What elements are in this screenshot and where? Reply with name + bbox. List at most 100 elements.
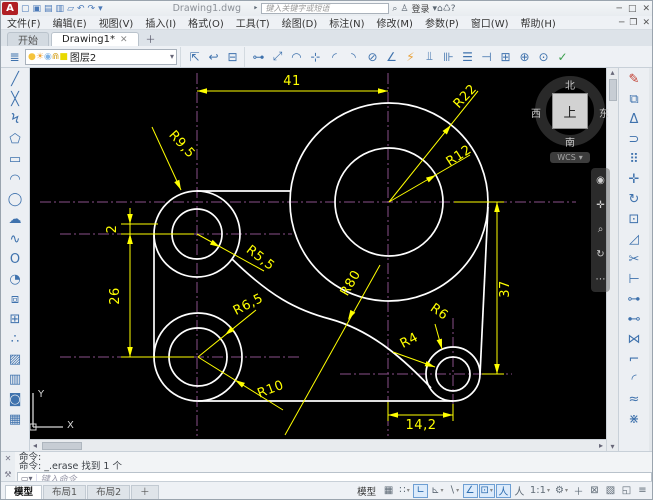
explode-button[interactable]: ⋇ [623,410,645,430]
rectangle-button[interactable]: ▭ [4,150,26,170]
isometric-drafting-toggle[interactable]: ∖▾ [447,484,462,498]
offset-button[interactable]: ⊃ [623,130,645,150]
redo-button[interactable]: ↷ [88,4,96,14]
viewcube-north[interactable]: 北 [562,77,578,92]
part-arc-r80[interactable] [232,259,431,388]
break-at-point-button[interactable]: ⊶ [623,290,645,310]
save-button[interactable]: ▣ [33,4,42,14]
layout2-tab[interactable]: 布局2 [87,485,130,499]
pan-icon[interactable]: ✛ [596,200,604,211]
layer-color-swatch[interactable]: ■ [59,52,68,62]
search-expand-icon[interactable]: ‣ [253,4,258,14]
break-button[interactable]: ⊷ [623,310,645,330]
graphics-performance-button[interactable]: ▧ [603,484,618,498]
point-button[interactable]: ∴ [4,330,26,350]
ellipse-button[interactable]: Ο [4,250,26,270]
menu-视图V[interactable]: 视图(V) [93,19,140,30]
menu-工具T[interactable]: 工具(T) [230,19,276,30]
hscroll-thumb[interactable] [42,442,82,450]
move-button[interactable]: ✛ [623,170,645,190]
scroll-up-icon[interactable]: ▴ [610,68,614,77]
menu-窗口W[interactable]: 窗口(W) [465,19,515,30]
maximize-button[interactable]: □ [628,4,637,14]
line-button[interactable]: ╱ [4,70,26,90]
angular-dimension-button[interactable]: ∠ [383,50,400,64]
blend-button[interactable]: ≈ [623,390,645,410]
revcloud-button[interactable]: ☁ [4,210,26,230]
menu-帮助H[interactable]: 帮助(H) [515,19,562,30]
steering-wheel-icon[interactable]: ◉ [596,175,605,186]
dimension-inspect-button[interactable]: ⊙ [535,50,552,64]
object-snap-toggle[interactable]: ⊡▾ [479,484,495,498]
dimension-space-button[interactable]: ☰ [459,50,476,64]
minimize-button[interactable]: ─ [617,4,622,14]
viewcube-west[interactable]: 西 [528,105,544,120]
auto-annotation-scale-toggle[interactable]: 人 [512,484,527,498]
navbar-more-icon[interactable]: ⋯ [596,274,606,285]
chevron-down-icon[interactable]: ▾ [456,487,459,494]
spline-button[interactable]: ∿ [4,230,26,250]
annotation-visibility-toggle[interactable]: 人 [496,484,511,498]
polyline-button[interactable]: Ϟ [4,110,26,130]
baseline-dimension-button[interactable]: ⫫ [421,49,438,64]
add-layout-tab[interactable]: ＋ [131,485,159,499]
horizontal-scrollbar[interactable]: ◂ ▸ [30,439,606,451]
layout1-tab[interactable]: 布局1 [43,485,86,499]
model-tab[interactable]: 模型 [5,485,42,499]
layer-dropdown[interactable]: ●☀◉⋒■ 图层2 ▾ [25,49,177,65]
tab-start[interactable]: 开始 [7,32,49,46]
viewcube-east[interactable]: 东 [596,105,612,120]
annotation-scale-button[interactable]: 1:1▾ [528,484,552,498]
layer-states-button[interactable]: ⊟ [224,50,241,64]
scroll-down-icon[interactable]: ▾ [610,442,614,451]
object-snap-tracking-toggle[interactable]: ∠ [463,484,478,498]
fillet-button[interactable]: ◜ [623,370,645,390]
menu-修改M[interactable]: 修改(M) [371,19,419,30]
array-button[interactable]: ⠿ [623,150,645,170]
menu-插入I[interactable]: 插入(I) [139,19,182,30]
grid-toggle[interactable]: ▦ [381,484,396,498]
tolerance-button[interactable]: ⊞ [497,50,514,64]
center-mark-button[interactable]: ⊕ [516,50,533,64]
workspace-switching-button[interactable]: ⚙▾ [553,484,570,498]
menu-绘图D[interactable]: 绘图(D) [276,19,324,30]
save-as-button[interactable]: ▤ [44,4,53,14]
scroll-right-icon[interactable]: ▸ [596,441,606,450]
extend-button[interactable]: ⊢ [623,270,645,290]
make-object-layer-current-button[interactable]: ⇱ [186,50,203,64]
status-menu-button[interactable]: ≡ [635,484,650,498]
qat-menu-button[interactable]: ▾ [98,4,103,14]
new-tab-button[interactable]: ＋ [141,31,161,46]
help-icon[interactable]: ? [451,4,456,14]
chevron-down-icon[interactable]: ▾ [440,487,443,494]
quick-dimension-button[interactable]: ⚡ [402,50,419,64]
polar-tracking-toggle[interactable]: ⊾▾ [429,484,445,498]
wcs-button[interactable]: WCS▾ [550,152,590,163]
chevron-down-icon[interactable]: ▾ [490,487,493,494]
exchange-icon[interactable]: ♺ [443,4,451,14]
chevron-down-icon[interactable]: ▾ [565,487,568,494]
model-space-canvas[interactable]: 412263714,2R22R12R9,5R5,5R6,5R10R80R6R4Y… [30,68,606,439]
customize-status-button[interactable]: ＋ [571,484,586,498]
erase-button[interactable]: ✎ [623,70,645,90]
insert-block-button[interactable]: ⧈ [4,290,26,310]
new-button[interactable]: ▱ [67,4,74,14]
viewcube-south[interactable]: 南 [562,134,578,149]
circle-button[interactable]: ◯ [4,190,26,210]
search-icon[interactable]: ⌕ [392,4,397,14]
sign-in-button[interactable]: 登录 [411,2,429,15]
menu-编辑E[interactable]: 编辑(E) [47,19,93,30]
close-button[interactable]: ✕ [642,4,650,14]
menu-文件F[interactable]: 文件(F) [1,19,47,30]
arc-length-dimension-button[interactable]: ◠ [288,50,305,64]
trim-button[interactable]: ✂ [623,250,645,270]
snap-mode-toggle[interactable]: ∷▾ [397,484,412,498]
hatch-button[interactable]: ▨ [4,350,26,370]
polygon-button[interactable]: ⬠ [4,130,26,150]
arc-button[interactable]: ◠ [4,170,26,190]
dimension-break-button[interactable]: ⊣ [478,50,495,64]
doc-minimize-button[interactable]: ─ [619,18,624,28]
orbit-icon[interactable]: ↻ [596,249,604,260]
doc-restore-button[interactable]: ❐ [629,18,637,28]
layer-thaw-icon[interactable]: ☀ [36,52,44,62]
